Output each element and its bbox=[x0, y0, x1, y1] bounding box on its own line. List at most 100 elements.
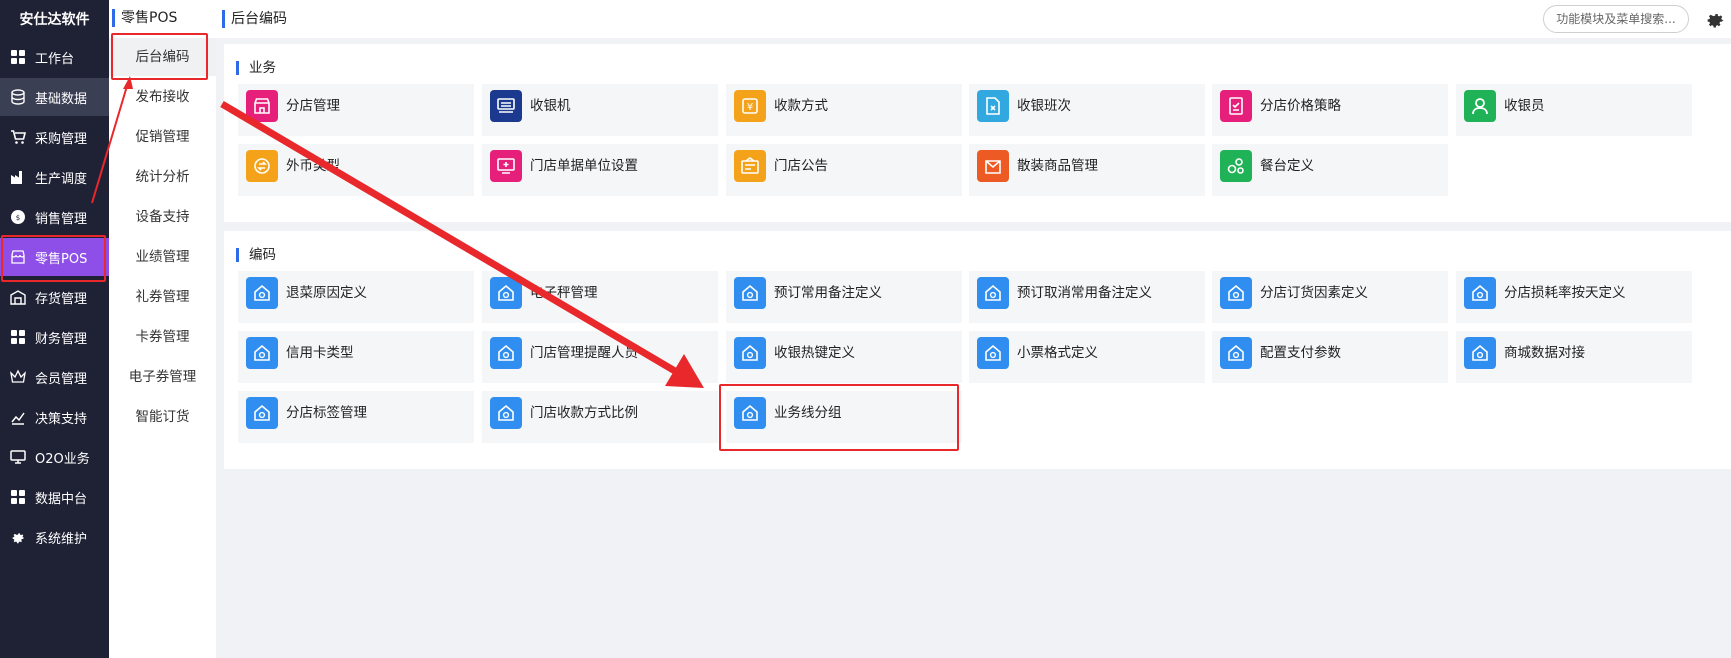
sidebar-item-label: 系统维护 bbox=[35, 531, 88, 547]
module-tile[interactable]: 商城数据对接 bbox=[1456, 331, 1692, 383]
module-tile-label: 收银员 bbox=[1504, 98, 1545, 114]
warehouse-icon bbox=[9, 288, 27, 306]
sidebar-item-2[interactable]: 采购管理 bbox=[0, 118, 109, 156]
home-icon bbox=[977, 337, 1009, 369]
sidebar-item-label: 存货管理 bbox=[35, 291, 88, 307]
home-icon bbox=[734, 277, 766, 309]
module-tile-label: 分店标签管理 bbox=[286, 405, 367, 421]
submenu-item-2[interactable]: 促销管理 bbox=[109, 118, 216, 156]
sidebar-item-7[interactable]: 财务管理 bbox=[0, 318, 109, 356]
business-panel: 业务 分店管理 收银机 ¥ 收款方式 收银班次 分店价格策略 收银员外币类型 门店单据单位设置… bbox=[224, 44, 1731, 222]
search-input[interactable]: 功能模块及菜单搜索... bbox=[1543, 5, 1689, 33]
module-tile[interactable]: 信用卡类型 bbox=[238, 331, 474, 383]
submenu-item-9[interactable]: 智能订货 bbox=[109, 398, 216, 436]
coding-section-title: 编码 bbox=[236, 248, 276, 262]
submenu-item-6[interactable]: 礼券管理 bbox=[109, 278, 216, 316]
module-tile[interactable]: 退菜原因定义 bbox=[238, 271, 474, 323]
module-tile-label: 外币类型 bbox=[286, 158, 340, 174]
sidebar-item-8[interactable]: 会员管理 bbox=[0, 358, 109, 396]
sidebar-item-6[interactable]: 存货管理 bbox=[0, 278, 109, 316]
home-icon bbox=[1464, 337, 1496, 369]
module-tile-label: 信用卡类型 bbox=[286, 345, 354, 361]
home-icon bbox=[1220, 337, 1252, 369]
sidebar-item-9[interactable]: 决策支持 bbox=[0, 398, 109, 436]
module-tile[interactable]: 门店管理提醒人员 bbox=[482, 331, 718, 383]
module-tile[interactable]: 配置支付参数 bbox=[1212, 331, 1448, 383]
factory-icon bbox=[9, 168, 27, 186]
module-tile-label: 退菜原因定义 bbox=[286, 285, 367, 301]
module-tile-label: 收银班次 bbox=[1017, 98, 1071, 114]
module-tile[interactable]: 预订取消常用备注定义 bbox=[969, 271, 1205, 323]
module-tile[interactable]: 收银员 bbox=[1456, 84, 1692, 136]
module-tile[interactable]: 餐台定义 bbox=[1212, 144, 1448, 196]
module-tile-label: 分店价格策略 bbox=[1260, 98, 1341, 114]
chart-icon bbox=[9, 408, 27, 426]
module-tile-label: 收款方式 bbox=[774, 98, 828, 114]
module-tile-label: 散装商品管理 bbox=[1017, 158, 1098, 174]
module-tile[interactable]: 门店公告 bbox=[726, 144, 962, 196]
module-tile-label: 分店管理 bbox=[286, 98, 340, 114]
sidebar-item-label: 数据中台 bbox=[35, 491, 88, 507]
sidebar-item-10[interactable]: O2O业务 bbox=[0, 438, 109, 476]
module-tile-label: 门店单据单位设置 bbox=[530, 158, 638, 174]
bag-icon bbox=[977, 150, 1009, 182]
sidebar-item-1[interactable]: 基础数据 bbox=[0, 78, 109, 116]
module-tile-label: 商城数据对接 bbox=[1504, 345, 1585, 361]
grid-icon bbox=[9, 328, 27, 346]
module-tile[interactable]: 收银机 bbox=[482, 84, 718, 136]
sidebar-item-label: 工作台 bbox=[35, 51, 75, 67]
monitor-plus-icon bbox=[490, 150, 522, 182]
module-tile[interactable]: 散装商品管理 bbox=[969, 144, 1205, 196]
business-section-title: 业务 bbox=[236, 61, 276, 75]
module-tile[interactable]: 分店价格策略 bbox=[1212, 84, 1448, 136]
sidebar-item-0[interactable]: 工作台 bbox=[0, 38, 109, 76]
cash-register-icon bbox=[490, 90, 522, 122]
cart-icon bbox=[9, 128, 27, 146]
sidebar-item-label: 决策支持 bbox=[35, 411, 88, 427]
submenu-item-8[interactable]: 电子券管理 bbox=[109, 358, 216, 396]
highlight-box-submenu bbox=[111, 33, 208, 80]
module-tile[interactable]: 门店收款方式比例 bbox=[482, 391, 718, 443]
module-tile[interactable]: 分店标签管理 bbox=[238, 391, 474, 443]
module-tile[interactable]: 收银班次 bbox=[969, 84, 1205, 136]
module-tile-label: 预订常用备注定义 bbox=[774, 285, 882, 301]
module-tile[interactable]: 分店损耗率按天定义 bbox=[1456, 271, 1692, 323]
grid-icon bbox=[9, 48, 27, 66]
module-tile[interactable]: 分店订货因素定义 bbox=[1212, 271, 1448, 323]
module-tile[interactable]: 小票格式定义 bbox=[969, 331, 1205, 383]
home-icon bbox=[977, 277, 1009, 309]
module-tile[interactable]: ¥ 收款方式 bbox=[726, 84, 962, 136]
submenu-item-4[interactable]: 设备支持 bbox=[109, 198, 216, 236]
module-tile[interactable]: 电子秤管理 bbox=[482, 271, 718, 323]
module-tile-label: 餐台定义 bbox=[1260, 158, 1314, 174]
gear-icon bbox=[9, 528, 27, 546]
shop-icon bbox=[246, 90, 278, 122]
submenu-item-3[interactable]: 统计分析 bbox=[109, 158, 216, 196]
module-tile-label: 收银机 bbox=[530, 98, 571, 114]
module-tile[interactable]: 门店单据单位设置 bbox=[482, 144, 718, 196]
sidebar-item-11[interactable]: 数据中台 bbox=[0, 478, 109, 516]
home-icon bbox=[490, 337, 522, 369]
svg-text:$: $ bbox=[16, 214, 20, 222]
module-tile[interactable]: 外币类型 bbox=[238, 144, 474, 196]
sidebar-item-label: 销售管理 bbox=[35, 211, 88, 227]
module-tile[interactable]: 分店管理 bbox=[238, 84, 474, 136]
submenu-item-7[interactable]: 卡券管理 bbox=[109, 318, 216, 356]
sidebar-item-4[interactable]: $ 销售管理 bbox=[0, 198, 109, 236]
sidebar-item-12[interactable]: 系统维护 bbox=[0, 518, 109, 556]
breadcrumb: 后台编码 bbox=[222, 10, 287, 28]
submenu-item-1[interactable]: 发布接收 bbox=[109, 78, 216, 116]
sidebar-item-label: 基础数据 bbox=[35, 91, 88, 107]
settings-gear-icon[interactable] bbox=[1704, 8, 1726, 30]
module-tile-label: 配置支付参数 bbox=[1260, 345, 1341, 361]
module-tile-label: 电子秤管理 bbox=[530, 285, 598, 301]
module-tile-label: 分店损耗率按天定义 bbox=[1504, 285, 1626, 301]
module-tile-label: 分店订货因素定义 bbox=[1260, 285, 1368, 301]
sidebar-item-3[interactable]: 生产调度 bbox=[0, 158, 109, 196]
submenu: 零售POS 后台编码 发布接收 促销管理 统计分析 设备支持 业绩管理 礼券管理 卡券管理 电子… bbox=[109, 0, 216, 658]
module-tile[interactable]: 收银热键定义 bbox=[726, 331, 962, 383]
module-tile[interactable]: 预订常用备注定义 bbox=[726, 271, 962, 323]
submenu-item-5[interactable]: 业绩管理 bbox=[109, 238, 216, 276]
highlight-box-target-tile bbox=[719, 384, 959, 451]
home-icon bbox=[490, 397, 522, 429]
